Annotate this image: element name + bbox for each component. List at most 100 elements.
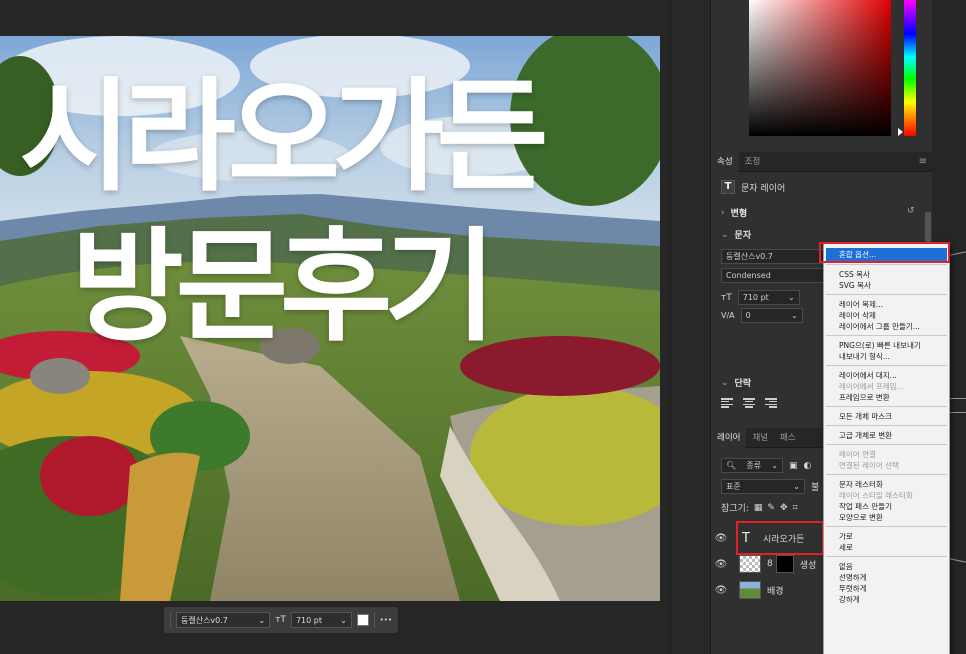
menu-item[interactable]: 모양으로 변환 [824,512,949,523]
visibility-eye-icon[interactable]: 👁︎ [711,559,731,570]
toolbar-font-value: 둥켈산스v0.7 [180,615,228,625]
tab-channels[interactable]: 채널 [746,428,774,448]
panel-gutter [670,0,710,654]
menu-item[interactable]: 레이어에서 대지... [824,370,949,381]
menu-separator [826,294,947,295]
font-family-select[interactable]: 둥켈산스v0.7 [721,249,824,264]
blend-row: 표준 ⌄ 불 [721,479,819,494]
hero-title-line-2: 방문후기 [71,216,497,358]
visibility-eye-icon[interactable]: 👁︎ [711,533,731,544]
layer-thumbnail [739,555,761,573]
font-size-icon: ᴛT [275,615,286,625]
layer-name: 생성 [799,560,817,571]
menu-item[interactable]: 모든 개체 마스크 [824,411,949,422]
transform-section[interactable]: › 변형 [721,206,748,220]
menu-item[interactable]: 레이어 복제... [824,299,949,310]
text-color-swatch[interactable] [356,614,369,626]
menu-item[interactable]: 혼합 옵션... [826,248,947,261]
menu-separator [826,425,947,426]
color-field[interactable] [749,0,891,136]
align-left-icon[interactable] [721,398,733,408]
layer-name: 배경 [767,586,784,597]
toolbar-grip[interactable] [170,612,171,628]
chevron-down-icon: ⌄ [788,293,795,302]
more-options-button[interactable]: ••• [380,616,392,624]
text-section[interactable]: ⌄ 문자 [721,228,752,242]
layer-filter-value: 종류 [746,461,762,470]
blend-mode-select[interactable]: 표준 ⌄ [721,479,805,494]
font-style-select[interactable]: Condensed [721,268,824,283]
align-center-icon[interactable] [743,398,755,408]
layer-mask-thumbnail [775,555,794,573]
menu-item[interactable]: 레이어 삭제 [824,310,949,321]
opacity-label: 불 [811,483,820,493]
canvas-area[interactable]: 시라오가든 방문후기 둥켈산스v0.7 ⌄ ᴛT 710 pt ⌄ ••• [0,0,670,654]
paragraph-title: 단락 [734,379,752,389]
font-family-value: 둥켈산스v0.7 [726,252,773,261]
toolbar-size-select[interactable]: 710 pt ⌄ [290,612,352,628]
menu-item[interactable]: 레이어에서 그룹 만들기... [824,321,949,332]
reset-icon[interactable]: ↺ [907,206,915,216]
menu-item[interactable]: 뚜렷하게 [824,583,949,594]
layer-kind-row: T 문자 레이어 [721,180,785,194]
lock-brush-icon[interactable]: ✎ [767,503,775,513]
type-layer-icon: T [721,180,735,194]
menu-item[interactable]: 문자 래스터화 [824,479,949,490]
connector-line [950,398,966,399]
toolbar-divider [373,612,375,628]
lock-move-icon[interactable]: ✥ [780,503,788,513]
alignment-buttons [721,398,777,408]
font-style-value: Condensed [726,271,771,280]
properties-tab-bar: 속성 조정 ≡ [711,151,933,172]
tracking-select[interactable]: 0 ⌄ [740,308,803,323]
transform-title: 변형 [730,209,748,219]
tab-properties[interactable]: 속성 [711,151,739,172]
menu-item[interactable]: 없음 [824,561,949,572]
color-picker-panel [711,0,933,150]
align-right-icon[interactable] [765,398,777,408]
menu-item[interactable]: CSS 복사 [824,269,949,280]
panel-menu-icon[interactable]: ≡ [919,156,927,167]
menu-item[interactable]: 선명하게 [824,572,949,583]
adjustment-filter-icon[interactable]: ◐ [804,461,812,471]
connector-line [950,412,966,413]
lock-artboard-icon[interactable]: ⌗ [792,503,797,513]
link-icon[interactable]: 8 [767,559,773,569]
chevron-down-icon: ⌄ [790,311,798,320]
font-size-icon: ᴛT [721,292,732,303]
menu-item[interactable]: 작업 패스 만들기 [824,501,949,512]
artwork-image[interactable]: 시라오가든 방문후기 [0,36,660,601]
text-section-title: 문자 [734,231,752,241]
image-filter-icon[interactable]: ▣ [789,461,798,471]
menu-item[interactable]: 가로 [824,531,949,542]
hue-slider[interactable] [904,0,916,136]
menu-separator [826,406,947,407]
contextual-text-toolbar: 둥켈산스v0.7 ⌄ ᴛT 710 pt ⌄ ••• [164,607,398,633]
menu-separator [826,474,947,475]
menu-item[interactable]: 세로 [824,542,949,553]
menu-item[interactable]: SVG 복사 [824,280,949,291]
menu-item[interactable]: 프레임으로 변환 [824,392,949,403]
menu-item[interactable]: PNG으(로) 빠른 내보내기 [824,340,949,351]
chevron-down-icon: ⌄ [771,461,778,470]
hue-slider-handle[interactable] [898,128,903,136]
lock-label: 잠그기: [721,504,749,514]
lock-pixels-icon[interactable]: ▦ [754,503,763,513]
menu-item[interactable]: 고급 개체로 변환 [824,430,949,441]
tab-adjustments[interactable]: 조정 [739,152,767,172]
chevron-down-icon: ⌄ [721,229,729,240]
font-size-select[interactable]: 710 pt ⌄ [737,290,800,305]
tab-layers[interactable]: 레이어 [711,427,747,448]
menu-item[interactable]: 강하게 [824,594,949,605]
toolbar-font-select[interactable]: 둥켈산스v0.7 ⌄ [175,612,271,628]
menu-item: 연결된 레이어 선택 [839,461,899,470]
paragraph-section[interactable]: ⌄ 단락 [721,376,752,390]
chevron-right-icon: › [721,207,725,218]
chevron-down-icon: ⌄ [258,615,266,625]
layer-filter-select[interactable]: 🔍︎ 종류 ⌄ [721,458,783,473]
annotation-highlight-layer [736,521,824,555]
visibility-eye-icon[interactable]: 👁︎ [711,585,731,596]
menu-item[interactable]: 내보내기 형식... [824,351,949,362]
photoshop-window: 시라오가든 방문후기 둥켈산스v0.7 ⌄ ᴛT 710 pt ⌄ ••• 속성… [0,0,966,654]
tab-paths[interactable]: 패스 [774,428,802,448]
